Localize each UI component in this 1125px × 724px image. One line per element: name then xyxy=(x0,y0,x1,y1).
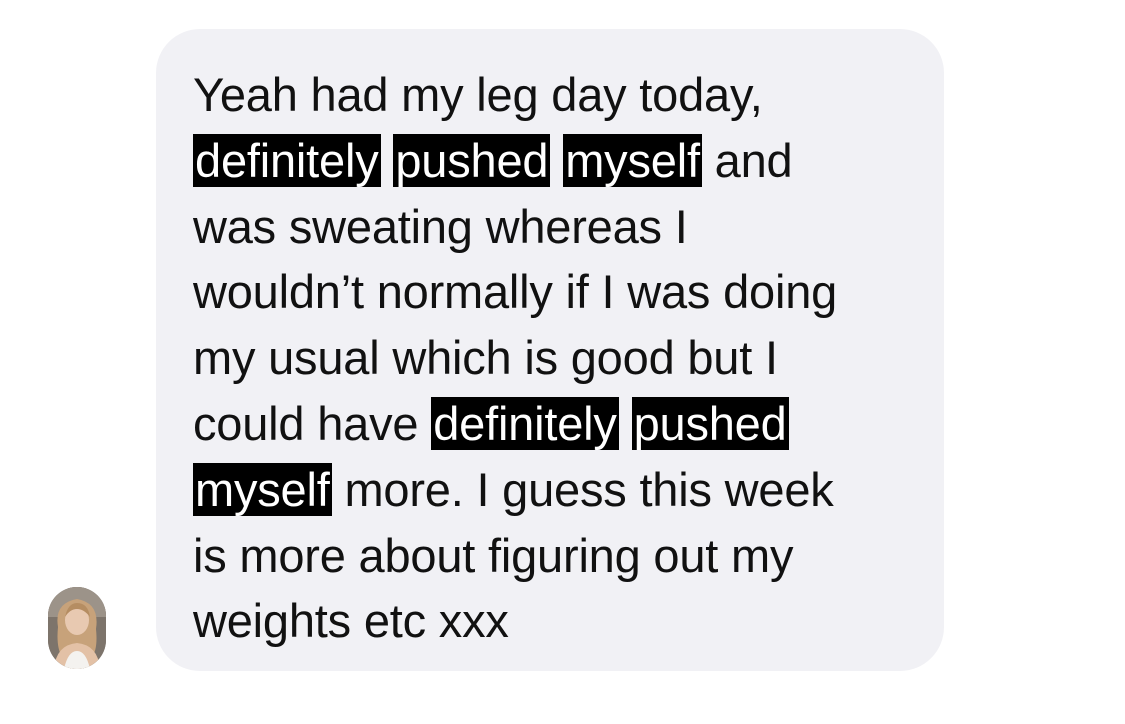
text-segment: could have xyxy=(193,396,432,450)
message-text: Yeah had my leg day today, definitely pus… xyxy=(193,62,933,654)
avatar[interactable] xyxy=(48,587,106,669)
message-bubble[interactable]: Yeah had my leg day today, definitely pus… xyxy=(156,29,944,671)
message-line: is more about figuring out my xyxy=(193,523,933,589)
text-segment: and xyxy=(701,133,793,187)
message-line: myself more. I guess this week xyxy=(193,457,933,523)
redacted-word: myself xyxy=(193,462,332,516)
message-line: my usual which is good but I xyxy=(193,325,933,391)
text-segment: more. I guess this week xyxy=(331,462,834,516)
text-segment: my usual which is good but I xyxy=(193,331,778,385)
text-segment xyxy=(381,134,394,187)
text-segment: was sweating whereas I xyxy=(193,199,688,253)
message-line: could have definitely pushed xyxy=(193,391,933,457)
redacted-word: definitely xyxy=(193,133,381,187)
redacted-word: myself xyxy=(563,133,702,187)
profile-photo-icon xyxy=(48,587,106,669)
message-line: definitely pushed myself and xyxy=(193,128,933,194)
message-line: weights etc xxx xyxy=(193,588,933,654)
message-line: Yeah had my leg day today, xyxy=(193,62,933,128)
message-line: wouldn’t normally if I was doing xyxy=(193,259,933,325)
text-segment xyxy=(550,134,563,187)
redacted-word: pushed xyxy=(393,133,551,187)
text-segment: is more about figuring out my xyxy=(193,528,794,582)
redacted-word: definitely xyxy=(431,396,619,450)
text-segment: weights etc xxx xyxy=(193,594,509,648)
chat-screen: Yeah had my leg day today, definitely pus… xyxy=(0,0,1125,724)
text-segment: wouldn’t normally if I was doing xyxy=(193,265,838,319)
text-segment xyxy=(619,397,632,450)
text-segment: Yeah had my leg day today, xyxy=(193,68,763,121)
message-line: was sweating whereas I xyxy=(193,194,933,260)
redacted-word: pushed xyxy=(631,396,789,450)
